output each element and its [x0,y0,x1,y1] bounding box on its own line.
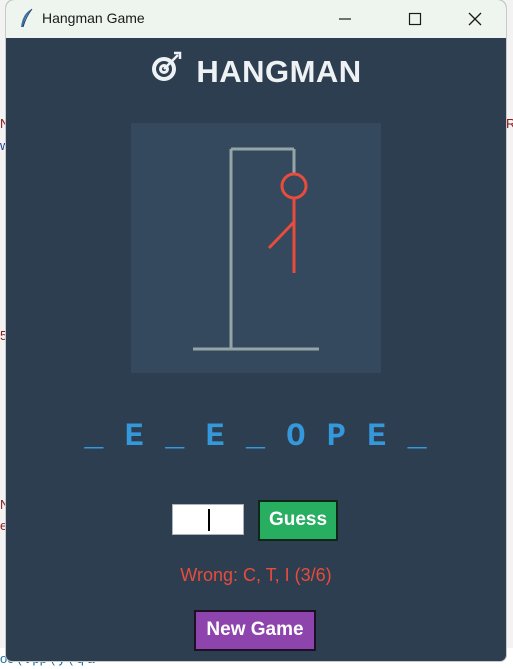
minimize-button[interactable] [322,0,368,38]
heading-text: HANGMAN [196,54,362,89]
hangman-canvas [131,123,381,373]
maximize-icon [408,12,422,26]
gallows [193,147,319,351]
hangman-window: Hangman Game HANGMAN _ E _ E _ O P E _ G… [6,0,506,661]
maximize-button[interactable] [392,0,438,38]
text-caret [208,509,210,531]
figure-left-arm [267,220,296,250]
title-bar[interactable]: Hangman Game [6,0,506,38]
close-icon [468,12,482,26]
figure-head [280,172,308,200]
wrong-guesses-status: Wrong: C, T, I (3/6) [180,565,332,585]
background-fragment: R [506,116,513,131]
guess-input[interactable] [172,504,244,535]
dart-target-icon [150,51,182,91]
close-button[interactable] [452,0,498,38]
guess-button[interactable]: Guess [258,500,338,541]
new-game-button[interactable]: New Game [194,610,316,651]
word-display: _ E _ E _ O P E _ [84,418,428,455]
hangman-figure [267,172,308,273]
feather-icon [18,8,36,30]
window-title: Hangman Game [42,10,145,26]
minimize-icon [339,18,351,20]
game-heading: HANGMAN [6,51,506,91]
